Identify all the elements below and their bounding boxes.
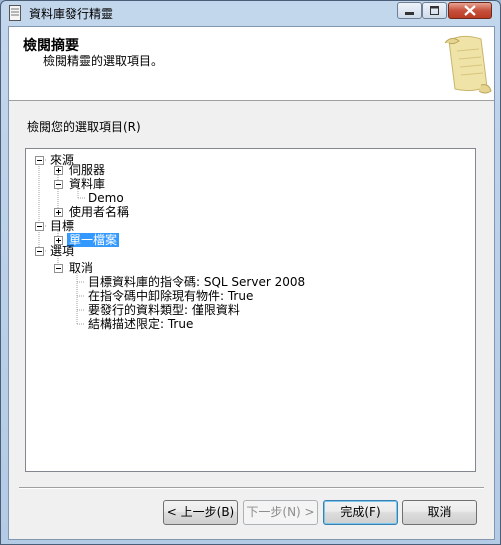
tree-node-options[interactable]: 選項 [50, 244, 74, 258]
database-document-icon [9, 5, 21, 21]
tree-node-target[interactable]: 目標 [50, 219, 74, 233]
tree-node-cancel[interactable]: 取消 [69, 261, 93, 275]
divider [19, 487, 484, 489]
collapse-icon[interactable] [54, 180, 63, 189]
tree-node-single-file[interactable]: 單一檔案 [67, 233, 120, 247]
wizard-window: 資料庫發行精靈 檢閱摘要 檢閱精靈的選取項目。 檢閱您的選取項目(R) 來源 伺… [0, 0, 501, 545]
back-button[interactable]: < 上一步(B) [163, 500, 238, 525]
collapse-icon[interactable] [35, 222, 44, 231]
tree-node-option[interactable]: 在指令碼中卸除現有物件: True [88, 289, 253, 303]
tree-node-option[interactable]: 結構描述限定: True [88, 317, 193, 331]
minimize-icon [405, 12, 414, 15]
page-subtitle: 檢閱精靈的選取項目。 [43, 54, 164, 68]
tree-node-option[interactable]: 目標資料庫的指令碼: SQL Server 2008 [88, 275, 305, 289]
wizard-content: 檢閱摘要 檢閱精靈的選取項目。 檢閱您的選取項目(R) 來源 伺服器 資料庫 D… [8, 26, 495, 540]
finish-button[interactable]: 完成(F) [323, 500, 398, 525]
tree-node-database[interactable]: 資料庫 [69, 177, 105, 191]
collapse-icon[interactable] [35, 156, 44, 165]
expand-icon[interactable] [54, 166, 63, 175]
collapse-icon[interactable] [35, 247, 44, 256]
scroll-icon [444, 35, 492, 94]
wizard-header: 檢閱摘要 檢閱精靈的選取項目。 [9, 27, 494, 101]
tree-node-username[interactable]: 使用者名稱 [69, 205, 129, 219]
tree-node-option[interactable]: 要發行的資料類型: 僅限資料 [88, 303, 240, 317]
cancel-button[interactable]: 取消 [402, 500, 477, 525]
close-button[interactable] [448, 2, 492, 19]
expand-icon[interactable] [54, 208, 63, 217]
tree-node-server[interactable]: 伺服器 [69, 163, 105, 177]
title-bar[interactable]: 資料庫發行精靈 [1, 1, 500, 25]
close-icon [464, 5, 476, 16]
maximize-icon [430, 6, 439, 15]
minimize-button[interactable] [397, 2, 422, 19]
next-button[interactable]: 下一步(N) > [243, 500, 318, 525]
tree-node-database-name[interactable]: Demo [88, 191, 124, 205]
selection-label: 檢閱您的選取項目(R) [27, 120, 141, 134]
summary-tree[interactable]: 來源 伺服器 資料庫 Demo 使用者名稱 目標 單一檔案 選項 取消 目標資料… [25, 148, 476, 472]
window-title: 資料庫發行精靈 [29, 7, 114, 21]
maximize-button[interactable] [422, 2, 447, 19]
collapse-icon[interactable] [54, 264, 63, 273]
